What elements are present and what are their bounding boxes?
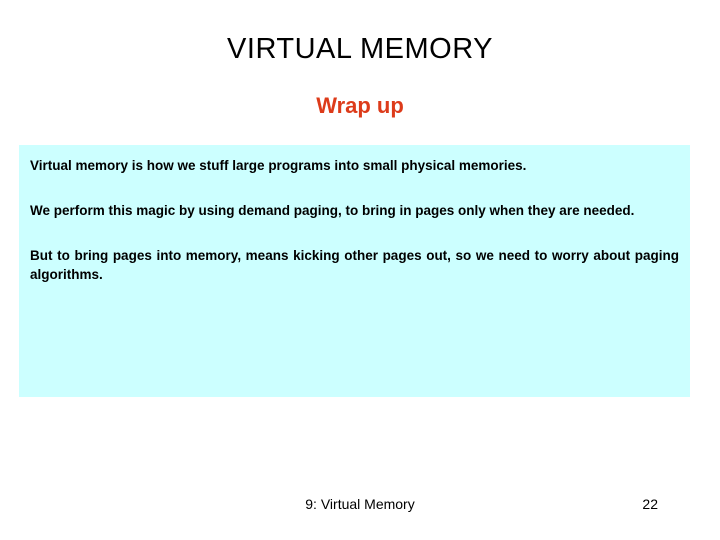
page-title: VIRTUAL MEMORY: [227, 33, 493, 65]
slide-subtitle: Wrap up: [316, 93, 404, 118]
footer-chapter-label: 9: Virtual Memory: [305, 496, 415, 512]
footer-page-number: 22: [642, 496, 658, 512]
body-paragraph-list: Virtual memory is how we stuff large pro…: [30, 156, 679, 284]
body-paragraph: But to bring pages into memory, means ki…: [30, 248, 679, 282]
presentation-slide: VIRTUAL MEMORY Wrap up Virtual memory is…: [0, 0, 720, 540]
body-paragraph: Virtual memory is how we stuff large pro…: [30, 158, 527, 173]
body-paragraph: We perform this magic by using demand pa…: [30, 203, 635, 218]
content-box: Virtual memory is how we stuff large pro…: [19, 145, 690, 397]
